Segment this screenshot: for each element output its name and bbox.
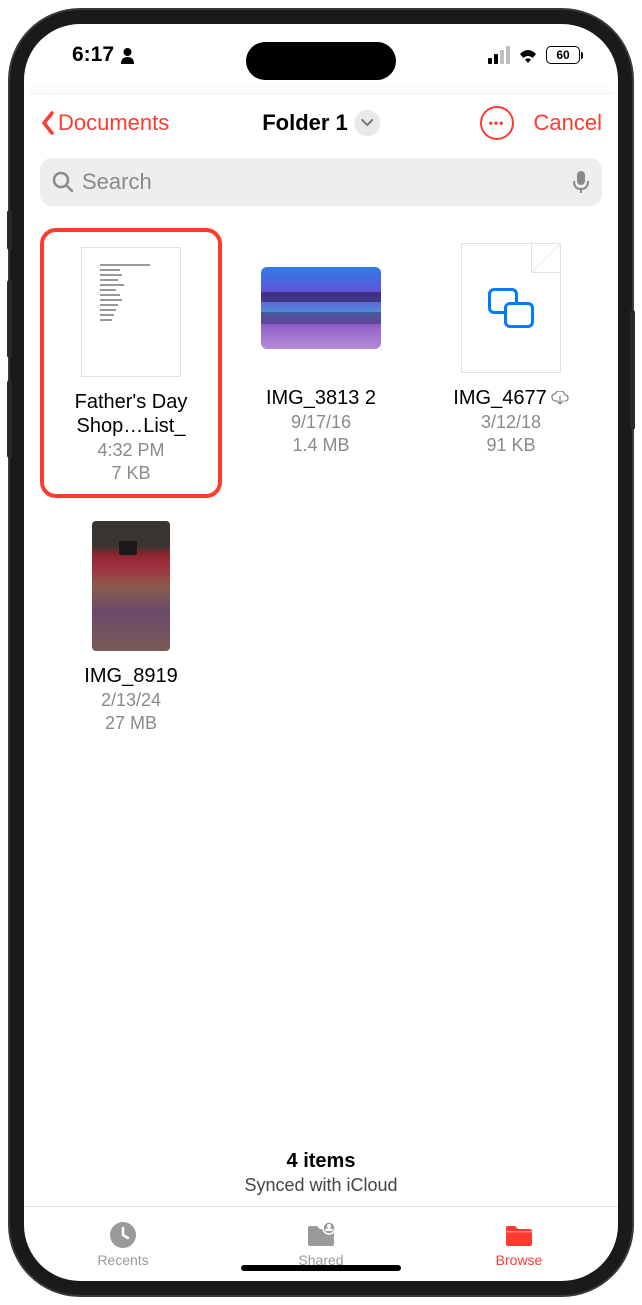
- file-item[interactable]: IMG_3813 2 9/17/16 1.4 MB: [230, 228, 412, 498]
- back-button[interactable]: Documents: [40, 110, 169, 136]
- image-icon: [261, 267, 381, 349]
- file-name: IMG_8919: [84, 664, 177, 688]
- page-title: Folder 1: [262, 110, 348, 136]
- file-grid: Father's Day Shop…List_ 4:32 PM 7 KB IMG…: [24, 216, 618, 1134]
- signal-icon: [488, 46, 510, 64]
- side-button: [7, 210, 12, 250]
- document-icon: [81, 247, 181, 377]
- file-size: 27 MB: [105, 713, 157, 734]
- cloud-download-icon: [551, 391, 569, 405]
- chevron-left-icon: [40, 111, 56, 135]
- file-thumbnail: [451, 238, 571, 378]
- notch: [246, 42, 396, 80]
- sheet-divider: [29, 86, 613, 94]
- tab-label: Recents: [97, 1252, 148, 1268]
- search-field[interactable]: [40, 158, 602, 206]
- file-item[interactable]: IMG_8919 2/13/24 27 MB: [40, 506, 222, 744]
- file-date: 9/17/16: [291, 412, 351, 433]
- chevron-down-icon: [354, 110, 380, 136]
- ellipsis-icon: •••: [489, 116, 505, 130]
- file-date: 2/13/24: [101, 690, 161, 711]
- status-time: 6:17: [72, 43, 114, 67]
- tab-recents[interactable]: Recents: [24, 1207, 222, 1281]
- battery-icon: 60: [546, 46, 580, 64]
- file-date: 4:32 PM: [97, 440, 164, 461]
- more-button[interactable]: •••: [480, 106, 514, 140]
- file-thumbnail: [71, 242, 191, 382]
- search-input[interactable]: [82, 169, 564, 195]
- file-name: IMG_4677: [453, 386, 546, 410]
- folder-icon: [503, 1220, 535, 1250]
- side-button: [7, 380, 12, 458]
- folder-title-button[interactable]: Folder 1: [262, 110, 380, 136]
- duplicate-icon: [488, 288, 534, 328]
- file-thumbnail: [71, 516, 191, 656]
- person-icon: [120, 47, 135, 64]
- clock-icon: [107, 1220, 139, 1250]
- file-item[interactable]: Father's Day Shop…List_ 4:32 PM 7 KB: [40, 228, 222, 498]
- file-date: 3/12/18: [481, 412, 541, 433]
- side-button: [7, 280, 12, 358]
- page-icon: [461, 243, 561, 373]
- phone-frame: 6:17 60 Documents Folder 1: [10, 10, 632, 1295]
- file-item[interactable]: IMG_4677 3/12/18 91 KB: [420, 228, 602, 498]
- tab-label: Browse: [496, 1252, 543, 1268]
- search-icon: [52, 171, 74, 193]
- file-size: 1.4 MB: [292, 435, 349, 456]
- file-size: 7 KB: [111, 463, 150, 484]
- nav-bar: Documents Folder 1 ••• Cancel: [24, 94, 618, 152]
- image-icon: [92, 521, 170, 651]
- microphone-icon[interactable]: [572, 170, 590, 194]
- file-size: 91 KB: [486, 435, 535, 456]
- tab-browse[interactable]: Browse: [420, 1207, 618, 1281]
- screen: 6:17 60 Documents Folder 1: [24, 24, 618, 1281]
- footer-info: 4 items Synced with iCloud: [24, 1134, 618, 1206]
- cancel-button[interactable]: Cancel: [534, 110, 602, 136]
- file-name: Father's Day Shop…List_: [51, 390, 211, 438]
- file-thumbnail: [261, 238, 381, 378]
- wifi-icon: [517, 47, 539, 63]
- home-indicator[interactable]: [241, 1265, 401, 1271]
- side-button: [630, 310, 635, 430]
- back-label: Documents: [58, 110, 169, 136]
- shared-folder-icon: [305, 1220, 337, 1250]
- sync-status: Synced with iCloud: [24, 1175, 618, 1196]
- item-count: 4 items: [24, 1150, 618, 1173]
- file-name: IMG_3813 2: [266, 386, 376, 410]
